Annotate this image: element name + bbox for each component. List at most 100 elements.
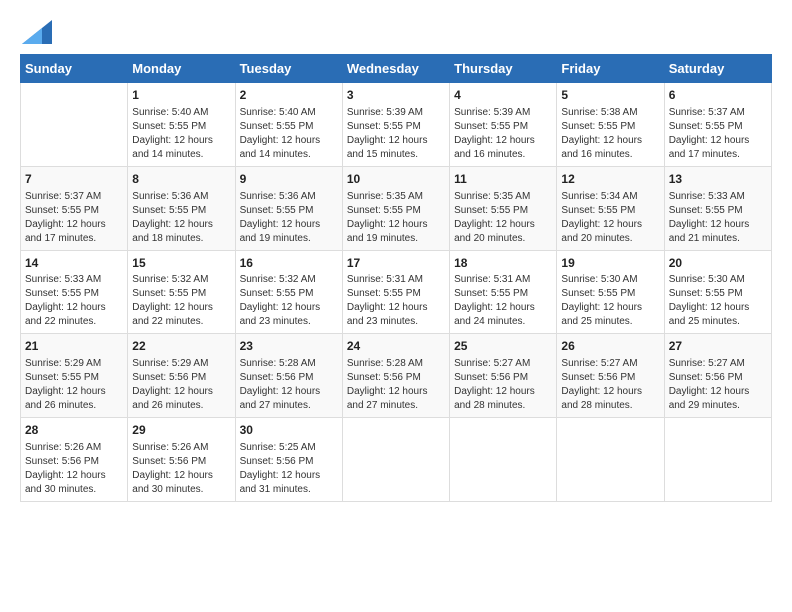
header <box>20 20 772 44</box>
day-info: Sunrise: 5:38 AM Sunset: 5:55 PM Dayligh… <box>561 106 659 162</box>
day-cell: 6Sunrise: 5:37 AM Sunset: 5:55 PM Daylig… <box>664 83 771 167</box>
day-cell: 15Sunrise: 5:32 AM Sunset: 5:55 PM Dayli… <box>128 250 235 334</box>
day-cell: 1Sunrise: 5:40 AM Sunset: 5:55 PM Daylig… <box>128 83 235 167</box>
header-cell-wednesday: Wednesday <box>342 55 449 83</box>
day-cell: 30 Sunrise: 5:25 AM Sunset: 5:56 PM Dayli… <box>235 418 342 502</box>
day-info: Sunrise: 5:29 AM Sunset: 5:56 PM Dayligh… <box>132 357 230 413</box>
day-number: 29 <box>132 422 230 439</box>
day-cell: 17Sunrise: 5:31 AM Sunset: 5:55 PM Dayli… <box>342 250 449 334</box>
day-cell <box>21 83 128 167</box>
day-cell: 21 Sunrise: 5:29 AM Sunset: 5:55 PM Dayli… <box>21 334 128 418</box>
day-number: 14 <box>25 255 123 272</box>
day-number: 22 <box>132 338 230 355</box>
day-cell: 26 Sunrise: 5:27 AM Sunset: 5:56 PM Dayli… <box>557 334 664 418</box>
day-cell <box>557 418 664 502</box>
day-number: 23 <box>240 338 338 355</box>
header-cell-friday: Friday <box>557 55 664 83</box>
day-info: Sunrise: 5:32 AM Sunset: 5:55 PM Dayligh… <box>240 273 338 329</box>
day-number: 5 <box>561 87 659 104</box>
day-number: 28 <box>25 422 123 439</box>
day-number: 27 <box>669 338 767 355</box>
day-info: Sunrise: 5:33 AM Sunset: 5:55 PM Dayligh… <box>25 273 123 329</box>
header-cell-saturday: Saturday <box>664 55 771 83</box>
day-info: Sunrise: 5:28 AM Sunset: 5:56 PM Dayligh… <box>347 357 445 413</box>
day-info: Sunrise: 5:26 AM Sunset: 5:56 PM Dayligh… <box>25 441 123 497</box>
day-cell: 9Sunrise: 5:36 AM Sunset: 5:55 PM Daylig… <box>235 166 342 250</box>
day-cell: 28 Sunrise: 5:26 AM Sunset: 5:56 PM Dayli… <box>21 418 128 502</box>
day-number: 12 <box>561 171 659 188</box>
day-cell <box>450 418 557 502</box>
day-cell: 11 Sunrise: 5:35 AM Sunset: 5:55 PM Dayli… <box>450 166 557 250</box>
day-cell: 14Sunrise: 5:33 AM Sunset: 5:55 PM Dayli… <box>21 250 128 334</box>
header-cell-sunday: Sunday <box>21 55 128 83</box>
day-info: Sunrise: 5:34 AM Sunset: 5:55 PM Dayligh… <box>561 190 659 246</box>
day-cell: 5 Sunrise: 5:38 AM Sunset: 5:55 PM Daylig… <box>557 83 664 167</box>
calendar-table: SundayMondayTuesdayWednesdayThursdayFrid… <box>20 54 772 502</box>
week-row-4: 21 Sunrise: 5:29 AM Sunset: 5:55 PM Dayli… <box>21 334 772 418</box>
day-info: Sunrise: 5:40 AM Sunset: 5:55 PM Dayligh… <box>240 106 338 162</box>
day-cell: 24 Sunrise: 5:28 AM Sunset: 5:56 PM Dayli… <box>342 334 449 418</box>
day-cell: 19Sunrise: 5:30 AM Sunset: 5:55 PM Dayli… <box>557 250 664 334</box>
day-info: Sunrise: 5:35 AM Sunset: 5:55 PM Dayligh… <box>347 190 445 246</box>
logo <box>20 20 52 44</box>
day-info: Sunrise: 5:28 AM Sunset: 5:56 PM Dayligh… <box>240 357 338 413</box>
day-number: 7 <box>25 171 123 188</box>
logo-icon <box>22 20 52 44</box>
day-number: 4 <box>454 87 552 104</box>
day-cell: 27Sunrise: 5:27 AM Sunset: 5:56 PM Dayli… <box>664 334 771 418</box>
day-cell: 10 Sunrise: 5:35 AM Sunset: 5:55 PM Dayli… <box>342 166 449 250</box>
day-number: 11 <box>454 171 552 188</box>
day-info: Sunrise: 5:32 AM Sunset: 5:55 PM Dayligh… <box>132 273 230 329</box>
day-info: Sunrise: 5:39 AM Sunset: 5:55 PM Dayligh… <box>454 106 552 162</box>
day-cell: 4 Sunrise: 5:39 AM Sunset: 5:55 PM Daylig… <box>450 83 557 167</box>
day-number: 10 <box>347 171 445 188</box>
day-number: 26 <box>561 338 659 355</box>
day-number: 13 <box>669 171 767 188</box>
day-info: Sunrise: 5:25 AM Sunset: 5:56 PM Dayligh… <box>240 441 338 497</box>
day-cell: 29 Sunrise: 5:26 AM Sunset: 5:56 PM Dayli… <box>128 418 235 502</box>
header-cell-monday: Monday <box>128 55 235 83</box>
day-info: Sunrise: 5:40 AM Sunset: 5:55 PM Dayligh… <box>132 106 230 162</box>
day-cell: 3Sunrise: 5:39 AM Sunset: 5:55 PM Daylig… <box>342 83 449 167</box>
day-number: 17 <box>347 255 445 272</box>
day-cell: 22 Sunrise: 5:29 AM Sunset: 5:56 PM Dayli… <box>128 334 235 418</box>
day-info: Sunrise: 5:27 AM Sunset: 5:56 PM Dayligh… <box>454 357 552 413</box>
day-number: 18 <box>454 255 552 272</box>
day-number: 15 <box>132 255 230 272</box>
day-info: Sunrise: 5:35 AM Sunset: 5:55 PM Dayligh… <box>454 190 552 246</box>
day-cell: 25 Sunrise: 5:27 AM Sunset: 5:56 PM Dayli… <box>450 334 557 418</box>
day-info: Sunrise: 5:33 AM Sunset: 5:55 PM Dayligh… <box>669 190 767 246</box>
week-row-2: 7Sunrise: 5:37 AM Sunset: 5:55 PM Daylig… <box>21 166 772 250</box>
day-cell: 16Sunrise: 5:32 AM Sunset: 5:55 PM Dayli… <box>235 250 342 334</box>
day-number: 30 <box>240 422 338 439</box>
header-cell-tuesday: Tuesday <box>235 55 342 83</box>
header-cell-thursday: Thursday <box>450 55 557 83</box>
day-info: Sunrise: 5:30 AM Sunset: 5:55 PM Dayligh… <box>561 273 659 329</box>
day-cell: 8 Sunrise: 5:36 AM Sunset: 5:55 PM Daylig… <box>128 166 235 250</box>
day-info: Sunrise: 5:31 AM Sunset: 5:55 PM Dayligh… <box>454 273 552 329</box>
day-cell: 12 Sunrise: 5:34 AM Sunset: 5:55 PM Dayli… <box>557 166 664 250</box>
day-info: Sunrise: 5:26 AM Sunset: 5:56 PM Dayligh… <box>132 441 230 497</box>
day-number: 21 <box>25 338 123 355</box>
day-info: Sunrise: 5:29 AM Sunset: 5:55 PM Dayligh… <box>25 357 123 413</box>
day-number: 8 <box>132 171 230 188</box>
day-cell <box>342 418 449 502</box>
day-cell: 13 Sunrise: 5:33 AM Sunset: 5:55 PM Dayli… <box>664 166 771 250</box>
day-info: Sunrise: 5:36 AM Sunset: 5:55 PM Dayligh… <box>132 190 230 246</box>
day-info: Sunrise: 5:37 AM Sunset: 5:55 PM Dayligh… <box>669 106 767 162</box>
day-cell: 23 Sunrise: 5:28 AM Sunset: 5:56 PM Dayli… <box>235 334 342 418</box>
day-number: 19 <box>561 255 659 272</box>
day-cell: 18Sunrise: 5:31 AM Sunset: 5:55 PM Dayli… <box>450 250 557 334</box>
day-number: 25 <box>454 338 552 355</box>
day-number: 2 <box>240 87 338 104</box>
day-info: Sunrise: 5:27 AM Sunset: 5:56 PM Dayligh… <box>561 357 659 413</box>
day-number: 16 <box>240 255 338 272</box>
week-row-5: 28 Sunrise: 5:26 AM Sunset: 5:56 PM Dayli… <box>21 418 772 502</box>
day-info: Sunrise: 5:31 AM Sunset: 5:55 PM Dayligh… <box>347 273 445 329</box>
day-info: Sunrise: 5:36 AM Sunset: 5:55 PM Dayligh… <box>240 190 338 246</box>
day-cell: 2 Sunrise: 5:40 AM Sunset: 5:55 PM Daylig… <box>235 83 342 167</box>
day-number: 20 <box>669 255 767 272</box>
day-info: Sunrise: 5:30 AM Sunset: 5:55 PM Dayligh… <box>669 273 767 329</box>
header-row: SundayMondayTuesdayWednesdayThursdayFrid… <box>21 55 772 83</box>
day-number: 24 <box>347 338 445 355</box>
